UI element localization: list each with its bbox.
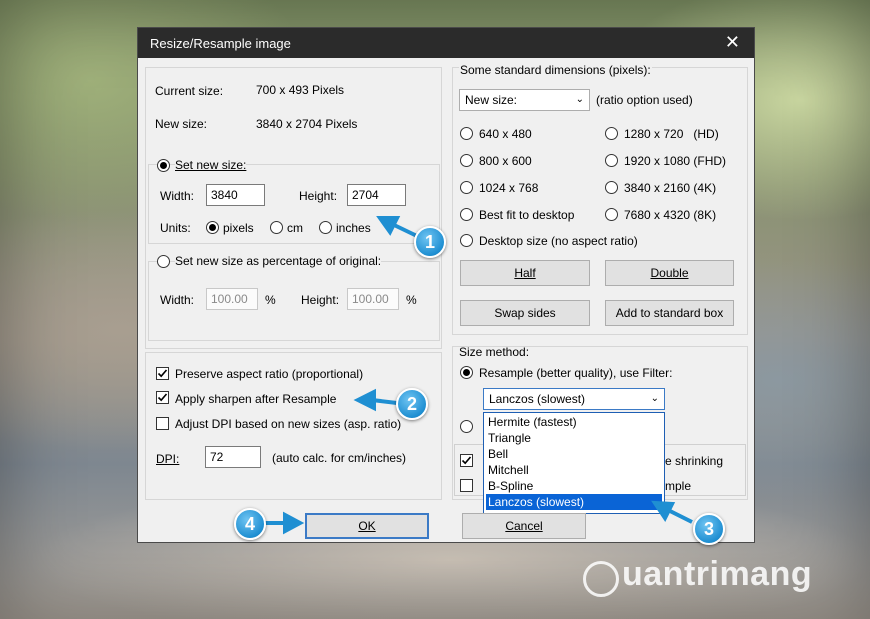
new-size-value: 3840 x 2704 Pixels [256, 117, 358, 131]
pct-height-label: Height: [301, 293, 340, 307]
dim-800-label: 800 x 600 [479, 154, 532, 168]
dim-1024-label: 1024 x 768 [479, 181, 539, 195]
percentage-label: Set new size as percentage of original: [175, 254, 382, 268]
new-size-select-value: New size: [465, 93, 518, 107]
dim-7680-radio[interactable] [605, 208, 618, 221]
height-label: Height: [299, 189, 338, 203]
callout-badge-4: 4 [234, 508, 266, 540]
pct-width-input[interactable]: 100.00 [206, 288, 258, 310]
filter-option-mitchell[interactable]: Mitchell [486, 462, 662, 478]
sample-checkbox[interactable] [460, 479, 473, 492]
percentage-radio[interactable] [157, 255, 170, 268]
dim-1024-radio[interactable] [460, 181, 473, 194]
chevron-down-icon: ⌄ [650, 393, 659, 404]
desktop-size-radio[interactable] [460, 234, 473, 247]
dim-800-radio[interactable] [460, 154, 473, 167]
preserve-aspect-label: Preserve aspect ratio (proportional) [175, 367, 364, 381]
adjust-dpi-label: Adjust DPI based on new sizes (asp. rati… [175, 417, 402, 431]
filter-option-bspline[interactable]: B-Spline [486, 478, 662, 494]
pct-width-label: Width: [160, 293, 195, 307]
current-size-value: 700 x 493 Pixels [256, 83, 345, 97]
filter-option-bell[interactable]: Bell [486, 446, 662, 462]
window-title: Resize/Resample image [150, 36, 291, 51]
dim-3840-radio[interactable] [605, 181, 618, 194]
watermark-text: uantrimang [622, 555, 813, 593]
cancel-button[interactable]: Cancel [462, 513, 586, 539]
current-size-label: Current size: [155, 84, 224, 98]
filter-dropdown-list: Hermite (fastest) Triangle Bell Mitchell… [483, 412, 665, 514]
dim-7680-label: 7680 x 4320 (8K) [624, 208, 717, 222]
filter-option-hermite[interactable]: Hermite (fastest) [486, 414, 662, 430]
resample-radio[interactable] [460, 366, 473, 379]
watermark-logo [583, 561, 619, 597]
filter-option-lanczos[interactable]: Lanczos (slowest) [486, 494, 662, 510]
pct-height-input[interactable]: 100.00 [347, 288, 399, 310]
dim-1280-label: 1280 x 720 (HD) [624, 127, 719, 141]
standard-dims-label: Some standard dimensions (pixels): [459, 63, 652, 77]
unit-pixels-radio[interactable] [206, 221, 219, 234]
callout-badge-2: 2 [396, 388, 428, 420]
dpi-note: (auto calc. for cm/inches) [272, 451, 407, 465]
unit-inches-label: inches [336, 221, 371, 235]
unit-cm-radio[interactable] [270, 221, 283, 234]
size-method-label: Size method: [459, 345, 530, 359]
preserve-aspect-checkbox[interactable] [156, 367, 169, 380]
new-size-label: New size: [155, 117, 208, 131]
ratio-note: (ratio option used) [596, 93, 693, 107]
width-label: Width: [160, 189, 195, 203]
shrink-label-partial: e shrinking [665, 454, 724, 468]
dim-640-radio[interactable] [460, 127, 473, 140]
filter-option-triangle[interactable]: Triangle [486, 430, 662, 446]
resize-dialog: Resize/Resample image ✕ Current size: 70… [137, 27, 755, 543]
pct-width-unit: % [265, 293, 276, 307]
filter-select[interactable]: Lanczos (slowest) ⌄ [483, 388, 665, 410]
close-icon[interactable]: ✕ [725, 33, 740, 51]
dpi-label: DPI: [156, 452, 180, 466]
swap-sides-button[interactable]: Swap sides [460, 300, 590, 326]
filter-select-value: Lanczos (slowest) [489, 392, 586, 406]
best-fit-radio[interactable] [460, 208, 473, 221]
dim-1280-radio[interactable] [605, 127, 618, 140]
set-new-size-radio[interactable] [157, 159, 170, 172]
pct-height-unit: % [406, 293, 417, 307]
set-new-size-label: Set new size: [175, 158, 247, 172]
height-input[interactable]: 2704 [347, 184, 406, 206]
sample-label-partial: mple [665, 479, 692, 493]
best-fit-label: Best fit to desktop [479, 208, 575, 222]
apply-sharpen-label: Apply sharpen after Resample [175, 392, 337, 406]
double-button[interactable]: Double [605, 260, 734, 286]
half-button[interactable]: Half [460, 260, 590, 286]
add-to-standard-button[interactable]: Add to standard box [605, 300, 734, 326]
new-size-select[interactable]: New size: ⌄ [459, 89, 590, 111]
unit-pixels-label: pixels [223, 221, 254, 235]
unit-cm-label: cm [287, 221, 303, 235]
dim-1920-label: 1920 x 1080 (FHD) [624, 154, 727, 168]
callout-badge-3: 3 [693, 513, 725, 545]
chevron-down-icon: ⌄ [575, 94, 584, 105]
dim-640-label: 640 x 480 [479, 127, 532, 141]
apply-sharpen-checkbox[interactable] [156, 391, 169, 404]
dim-1920-radio[interactable] [605, 154, 618, 167]
adjust-dpi-checkbox[interactable] [156, 417, 169, 430]
width-input[interactable]: 3840 [206, 184, 265, 206]
unit-inches-radio[interactable] [319, 221, 332, 234]
callout-badge-1: 1 [414, 226, 446, 258]
units-label: Units: [160, 221, 191, 235]
shrink-checkbox[interactable] [460, 454, 473, 467]
ok-button[interactable]: OK [305, 513, 429, 539]
dim-3840-label: 3840 x 2160 (4K) [624, 181, 717, 195]
title-bar: Resize/Resample image ✕ [138, 28, 754, 58]
desktop-size-label: Desktop size (no aspect ratio) [479, 234, 638, 248]
resample-label: Resample (better quality), use Filter: [479, 366, 673, 380]
dpi-input[interactable]: 72 [205, 446, 261, 468]
resize-radio[interactable] [460, 420, 473, 433]
